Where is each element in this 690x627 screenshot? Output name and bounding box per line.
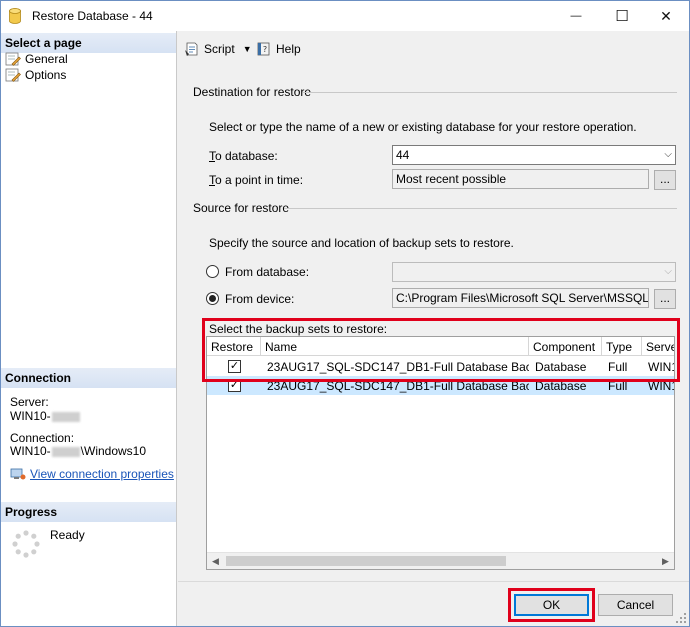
minimize-button[interactable]: — bbox=[553, 1, 599, 31]
close-icon: ✕ bbox=[660, 7, 672, 24]
connection-label: Connection: bbox=[10, 431, 75, 445]
destination-instructions: Select or type the name of a new or exis… bbox=[209, 120, 637, 134]
wrench-page-icon bbox=[5, 68, 21, 82]
wrench-page-icon bbox=[5, 52, 21, 66]
to-database-label-text: o database: bbox=[215, 149, 278, 163]
maximize-icon: ☐ bbox=[615, 8, 629, 25]
point-in-time-field: Most recent possible bbox=[392, 169, 649, 189]
scroll-left-icon[interactable]: ◀ bbox=[207, 553, 224, 569]
from-database-radio[interactable] bbox=[206, 265, 219, 278]
from-device-value: C:\Program Files\Microsoft SQL Server\MS… bbox=[396, 291, 649, 305]
page-options-label: Options bbox=[25, 68, 67, 82]
from-database-label: From database: bbox=[225, 265, 310, 279]
connection-header: Connection bbox=[1, 368, 176, 388]
connection-prefix: WIN10- bbox=[10, 444, 51, 458]
progress-status: Ready bbox=[50, 528, 85, 542]
to-database-value: 44 bbox=[396, 148, 410, 162]
page-general[interactable]: General bbox=[5, 51, 68, 67]
progress-spinner-icon bbox=[12, 530, 40, 558]
chevron-down-icon: ⌵ bbox=[664, 266, 672, 277]
toolbar: Script ▼ ? Help bbox=[178, 31, 689, 67]
maximize-button[interactable]: ☐ bbox=[599, 1, 645, 31]
restore-database-dialog: Restore Database - 44 — ☐ ✕ Select a pag… bbox=[0, 0, 690, 627]
destination-divider bbox=[303, 92, 677, 93]
page-general-label: General bbox=[25, 52, 68, 66]
title-bar: Restore Database - 44 — ☐ ✕ bbox=[1, 1, 689, 31]
view-connection-properties-link[interactable]: View connection properties bbox=[10, 466, 174, 482]
from-device-radio[interactable] bbox=[206, 292, 219, 305]
connection-value: WIN10- \Windows10 bbox=[10, 444, 146, 458]
server-prefix: WIN10- bbox=[10, 409, 51, 423]
horizontal-scrollbar[interactable]: ◀ ▶ bbox=[207, 552, 674, 569]
source-group-title: Source for restore bbox=[193, 201, 290, 215]
from-device-browse-button[interactable]: ... bbox=[654, 289, 676, 309]
cancel-button[interactable]: Cancel bbox=[598, 594, 673, 616]
point-in-time-browse-button[interactable]: ... bbox=[654, 170, 676, 190]
close-button[interactable]: ✕ bbox=[643, 1, 689, 31]
script-button[interactable]: Script ▼ bbox=[184, 40, 252, 58]
chevron-down-icon: ▼ bbox=[242, 44, 252, 54]
resize-grip-icon[interactable] bbox=[676, 613, 686, 623]
source-divider bbox=[284, 208, 677, 209]
from-device-field: C:\Program Files\Microsoft SQL Server\MS… bbox=[392, 288, 649, 308]
ok-button-highlight bbox=[508, 588, 595, 622]
select-page-header: Select a page bbox=[1, 33, 176, 53]
redacted-text bbox=[51, 446, 80, 457]
server-value: WIN10- bbox=[10, 409, 81, 423]
progress-header: Progress bbox=[1, 502, 176, 522]
minimize-icon: — bbox=[570, 10, 582, 22]
help-label: Help bbox=[276, 42, 301, 56]
to-database-combobox[interactable]: 44 ⌵ bbox=[392, 145, 676, 165]
from-database-combobox[interactable]: ⌵ bbox=[392, 262, 676, 282]
to-database-label: To database: bbox=[209, 149, 278, 163]
footer-divider bbox=[178, 581, 689, 582]
left-panel: Select a page General Options Connection… bbox=[1, 31, 177, 626]
help-button[interactable]: ? Help bbox=[256, 40, 301, 58]
svg-text:?: ? bbox=[263, 45, 267, 54]
scroll-thumb[interactable] bbox=[226, 556, 506, 566]
help-book-icon: ? bbox=[257, 42, 270, 56]
point-in-time-value: Most recent possible bbox=[396, 172, 507, 186]
point-in-time-label: To a point in time: bbox=[209, 173, 304, 187]
page-options[interactable]: Options bbox=[5, 67, 66, 83]
script-icon bbox=[185, 42, 198, 56]
from-device-label: From device: bbox=[225, 292, 295, 306]
backup-sets-highlight bbox=[202, 318, 680, 382]
chevron-down-icon: ⌵ bbox=[664, 149, 672, 160]
connection-properties-icon bbox=[10, 468, 26, 480]
database-icon bbox=[9, 8, 21, 24]
point-in-time-label-text: o a point in time: bbox=[215, 173, 304, 187]
server-label: Server: bbox=[10, 395, 49, 409]
view-connection-properties-text: View connection properties bbox=[30, 467, 174, 481]
script-label: Script bbox=[204, 42, 235, 56]
window-title: Restore Database - 44 bbox=[32, 9, 153, 23]
source-instructions: Specify the source and location of backu… bbox=[209, 236, 514, 250]
connection-suffix: \Windows10 bbox=[80, 444, 147, 458]
redacted-text bbox=[51, 411, 80, 422]
destination-group-title: Destination for restore bbox=[193, 85, 312, 99]
scroll-right-icon[interactable]: ▶ bbox=[657, 553, 674, 569]
